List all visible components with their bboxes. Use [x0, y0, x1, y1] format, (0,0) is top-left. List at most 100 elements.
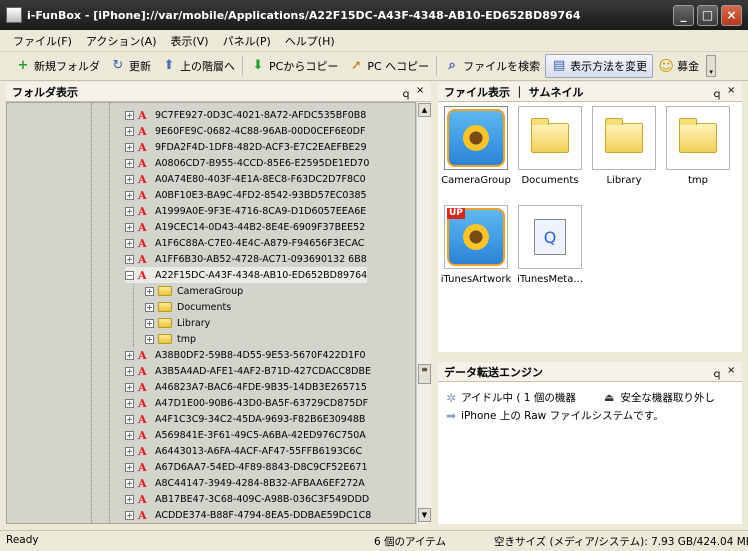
- pin-icon[interactable]: ｑ: [712, 85, 722, 100]
- expand-toggle[interactable]: +: [125, 190, 134, 200]
- scroll-down-button[interactable]: ▼: [418, 508, 431, 522]
- expand-toggle[interactable]: +: [125, 446, 134, 456]
- tree-app-node[interactable]: + A A0BF10E3-BA9C-4FD2-8542-93BD57EC0385: [125, 187, 367, 203]
- expand-toggle[interactable]: +: [125, 254, 134, 264]
- file-item-itunes-artwork[interactable]: UP iTunesArtwork: [438, 205, 514, 285]
- tree-app-node[interactable]: + A A4F1C3C9-34C2-45DA-9693-F82B6E30948B: [125, 411, 365, 427]
- expand-toggle[interactable]: +: [125, 206, 134, 216]
- expand-toggle[interactable]: +: [145, 286, 154, 296]
- tree-app-node[interactable]: + A A47D1E00-90B6-43D0-BA5F-63729CD875DF: [125, 395, 368, 411]
- expand-toggle[interactable]: +: [125, 366, 134, 376]
- tree-app-node[interactable]: + A A8C44147-3949-4284-8B32-AFBAA6EF272A: [125, 475, 365, 491]
- expand-toggle[interactable]: +: [125, 414, 134, 424]
- donate-button[interactable]: ☺ 募金: [653, 54, 704, 78]
- tree-app-node[interactable]: − A A22F15DC-A43F-4348-AB10-ED652BD89764: [125, 267, 368, 283]
- expand-toggle[interactable]: +: [125, 174, 134, 184]
- menu-file[interactable]: ファイル(F): [6, 33, 79, 49]
- maximize-button[interactable]: □: [697, 4, 718, 26]
- tree-app-node[interactable]: + A A1F6C88A-C7E0-4E4C-A879-F94656F3ECAC: [125, 235, 364, 251]
- tree-app-node[interactable]: + A A1999A0E-9F3E-4716-8CA9-D1D6057EEA6E: [125, 203, 366, 219]
- folder-tree-scrollbar[interactable]: ▲ ≡ ▼: [416, 102, 431, 524]
- up-level-button[interactable]: ⬆ 上の階層へ: [156, 54, 240, 78]
- expand-toggle[interactable]: +: [125, 238, 134, 248]
- tree-app-node[interactable]: + A A569841E-3F61-49C5-A6BA-42ED976C750A: [125, 427, 366, 443]
- tree-folder-node[interactable]: + tmp: [145, 331, 196, 347]
- file-item-tmp[interactable]: tmp: [660, 106, 736, 186]
- tree-folder-node[interactable]: + CameraGroup: [145, 283, 243, 299]
- menu-panel[interactable]: パネル(P): [216, 33, 278, 49]
- tree-app-node[interactable]: + A A3B5A4AD-AFE1-4AF2-B71D-427CDACC8DBE: [125, 363, 371, 379]
- menu-help[interactable]: ヘルプ(H): [278, 33, 342, 49]
- tree-app-node[interactable]: + A A1FF6B30-AB52-4728-AC71-093690132 6B8: [125, 251, 367, 267]
- search-files-button[interactable]: ⌕ ファイルを検索: [439, 54, 545, 78]
- tree-app-node[interactable]: + A 9E60FE9C-0682-4C88-96AB-00D0CEF6E0DF: [125, 123, 365, 139]
- safe-eject-button[interactable]: ⏏ 安全な機器取り外し: [604, 390, 715, 405]
- app-icon: A: [138, 476, 147, 490]
- expand-toggle[interactable]: +: [145, 334, 154, 344]
- tree-app-node[interactable]: + A A38B0DF2-59B8-4D55-9E53-5670F422D1F0: [125, 347, 366, 363]
- close-panel-icon[interactable]: ×: [727, 365, 735, 376]
- tree-app-node[interactable]: + A A19CEC14-0D43-44B2-8E4E-6909F37BEE52: [125, 219, 365, 235]
- tree-node-label: A569841E-3F61-49C5-A6BA-42ED976C750A: [155, 429, 366, 441]
- pin-icon[interactable]: ｑ: [401, 85, 411, 100]
- expand-toggle[interactable]: +: [125, 430, 134, 440]
- tree-app-node[interactable]: + A A6443013-A6FA-4ACF-AF47-55FFB6193C6C: [125, 443, 362, 459]
- expand-toggle[interactable]: +: [125, 398, 134, 408]
- expand-toggle[interactable]: +: [145, 302, 154, 312]
- file-item-library[interactable]: Library: [586, 106, 662, 186]
- tree-app-node[interactable]: +AACF74027-88AF-4010-97F4-2F3F39A0686C: [125, 523, 362, 524]
- tree-app-node[interactable]: + A ACDDE374-B88F-4794-8EA5-DDBAE59DC1C8: [125, 507, 371, 523]
- resize-grip-icon[interactable]: ⋰: [736, 536, 746, 546]
- expand-toggle[interactable]: +: [125, 142, 134, 152]
- close-button[interactable]: ×: [721, 4, 742, 26]
- tree-app-node[interactable]: + A 9C7FE927-0D3C-4021-8A72-AFDC535BF0B8: [125, 107, 366, 123]
- collapse-toggle[interactable]: −: [125, 270, 134, 280]
- file-item-itunes-metadata[interactable]: Q iTunesMeta...: [512, 205, 588, 285]
- file-item-documents[interactable]: Documents: [512, 106, 588, 186]
- expand-toggle[interactable]: +: [125, 158, 134, 168]
- tree-app-node[interactable]: + A A67D6AA7-54ED-4F89-8843-D8C9CF52E671: [125, 459, 368, 475]
- tree-app-node[interactable]: + A A0806CD7-B955-4CCD-85E6-E2595DE1ED70: [125, 155, 369, 171]
- expand-toggle[interactable]: +: [125, 382, 134, 392]
- expand-toggle[interactable]: +: [125, 462, 134, 472]
- tree-app-node[interactable]: + A A46823A7-BAC6-4FDE-9B35-14DB3E265715: [125, 379, 367, 395]
- status-ready: Ready: [6, 534, 39, 546]
- view-mode-icon: ▤: [552, 58, 566, 73]
- expand-toggle[interactable]: +: [145, 318, 154, 328]
- arrow-down-icon: ⬇: [252, 58, 264, 73]
- close-panel-icon[interactable]: ×: [416, 85, 424, 96]
- tree-folder-node[interactable]: + Documents: [145, 299, 231, 315]
- app-icon: A: [138, 204, 147, 218]
- tree-app-node[interactable]: + A 9FDA2F4D-1DF8-482D-ACF3-E7C2EAEFBE29: [125, 139, 367, 155]
- tree-node-label: A0BF10E3-BA9C-4FD2-8542-93BD57EC0385: [155, 189, 367, 201]
- file-item-camera-group[interactable]: CameraGroup: [438, 106, 514, 186]
- expand-toggle[interactable]: +: [125, 222, 134, 232]
- refresh-button[interactable]: ↻ 更新: [105, 54, 156, 78]
- expand-toggle[interactable]: +: [125, 494, 134, 504]
- copy-from-pc-button[interactable]: ⬇ PCからコピー: [245, 54, 343, 78]
- copy-to-pc-button[interactable]: ➚ PC へコピー: [343, 54, 434, 78]
- tree-app-node[interactable]: + A AB17BE47-3C68-409C-A98B-036C3F549DDD: [125, 491, 369, 507]
- expand-toggle[interactable]: +: [125, 110, 134, 120]
- minimize-button[interactable]: _: [673, 4, 694, 26]
- expand-toggle[interactable]: +: [125, 478, 134, 488]
- toolbar-overflow-button[interactable]: ▾: [706, 55, 717, 77]
- menu-view[interactable]: 表示(V): [163, 33, 215, 49]
- new-folder-button[interactable]: + 新規フォルダ: [10, 54, 105, 78]
- expand-toggle[interactable]: +: [125, 510, 134, 520]
- view-mode-label: 表示方法を変更: [570, 60, 648, 73]
- app-icon: A: [138, 380, 147, 394]
- tree-folder-node[interactable]: + Library: [145, 315, 210, 331]
- view-mode-button[interactable]: ▤ 表示方法を変更: [545, 54, 654, 78]
- close-panel-icon[interactable]: ×: [727, 85, 735, 96]
- folder-panel-header: フォルダ表示 ｑ ×: [6, 82, 431, 102]
- sunflower-icon: [463, 125, 489, 151]
- tree-app-node[interactable]: + A A0A74E80-403F-4E1A-8EC8-F63DC2D7F8C0: [125, 171, 366, 187]
- expand-toggle[interactable]: +: [125, 350, 134, 360]
- scroll-up-button[interactable]: ▲: [418, 103, 431, 117]
- safe-eject-label: 安全な機器取り外し: [620, 392, 715, 404]
- menu-action[interactable]: アクション(A): [79, 33, 164, 49]
- scroll-thumb[interactable]: ≡: [418, 364, 431, 384]
- pin-icon[interactable]: ｑ: [712, 365, 722, 380]
- expand-toggle[interactable]: +: [125, 126, 134, 136]
